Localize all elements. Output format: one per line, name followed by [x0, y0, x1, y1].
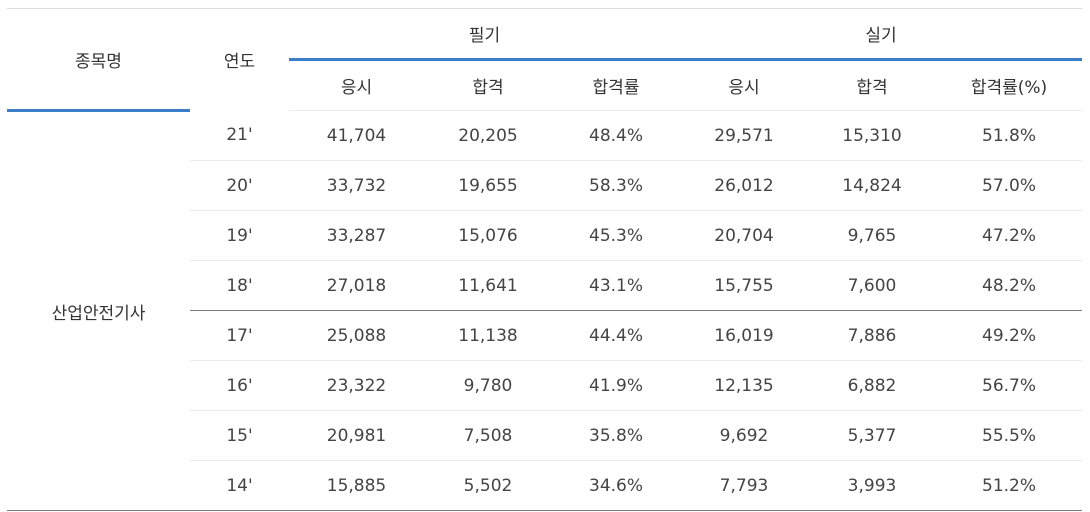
header-written-applicants: 응시: [289, 59, 424, 111]
header-name: 종목명: [7, 8, 190, 112]
value-cell: 7,886: [808, 310, 937, 361]
value-cell: 48.2%: [936, 260, 1083, 311]
value-cell: 58.3%: [552, 160, 681, 211]
value-cell: 35.8%: [552, 410, 681, 461]
value-cell: 7,508: [424, 410, 552, 461]
year-cell: 18': [190, 260, 289, 311]
value-cell: 41.9%: [552, 360, 681, 411]
value-cell: 43.1%: [552, 260, 681, 311]
table-body: 산업안전기사 21' 41,704 20,205 48.4% 29,571 15,310 51…: [7, 110, 1083, 511]
value-cell: 20,981: [289, 410, 424, 461]
value-cell: 9,692: [680, 410, 809, 461]
value-cell: 12,135: [680, 360, 809, 411]
header-written-rate: 합격률: [552, 59, 681, 111]
value-cell: 47.2%: [936, 210, 1083, 261]
year-cell: 19': [190, 210, 289, 261]
value-cell: 15,755: [680, 260, 809, 311]
year-cell: 14': [190, 460, 289, 511]
value-cell: 9,765: [808, 210, 937, 261]
value-cell: 7,600: [808, 260, 937, 311]
header-practical-applicants: 응시: [680, 59, 809, 111]
value-cell: 11,138: [424, 310, 552, 361]
header-year: 연도: [190, 8, 289, 111]
year-cell: 20': [190, 160, 289, 211]
value-cell: 5,502: [424, 460, 552, 511]
value-cell: 14,824: [808, 160, 937, 211]
value-cell: 7,793: [680, 460, 809, 511]
value-cell: 20,704: [680, 210, 809, 261]
header-written-passed: 합격: [424, 59, 552, 111]
year-cell: 21': [190, 110, 289, 161]
value-cell: 57.0%: [936, 160, 1083, 211]
value-cell: 49.2%: [936, 310, 1083, 361]
value-cell: 3,993: [808, 460, 937, 511]
value-cell: 56.7%: [936, 360, 1083, 411]
value-cell: 26,012: [680, 160, 809, 211]
header-practical: 실기: [680, 8, 1083, 61]
value-cell: 5,377: [808, 410, 937, 461]
value-cell: 29,571: [680, 110, 809, 161]
value-cell: 6,882: [808, 360, 937, 411]
year-cell: 16': [190, 360, 289, 411]
value-cell: 9,780: [424, 360, 552, 411]
year-cell: 15': [190, 410, 289, 461]
value-cell: 51.8%: [936, 110, 1083, 161]
value-cell: 51.2%: [936, 460, 1083, 511]
value-cell: 34.6%: [552, 460, 681, 511]
value-cell: 44.4%: [552, 310, 681, 361]
table-row: 산업안전기사 21' 41,704 20,205 48.4% 29,571 15,310 51…: [7, 110, 1083, 511]
value-cell: 15,076: [424, 210, 552, 261]
exam-stats-table-container: 종목명 연도 필기 실기 응시 합격 합격률 응시 합격 합격률(%) 산업안전…: [7, 8, 1083, 511]
value-cell: 19,655: [424, 160, 552, 211]
value-cell: 11,641: [424, 260, 552, 311]
value-cell: 16,019: [680, 310, 809, 361]
value-cell: 33,287: [289, 210, 424, 261]
value-cell: 45.3%: [552, 210, 681, 261]
exam-stats-table: 종목명 연도 필기 실기 응시 합격 합격률 응시 합격 합격률(%) 산업안전…: [7, 8, 1083, 511]
value-cell: 15,885: [289, 460, 424, 511]
value-cell: 33,732: [289, 160, 424, 211]
value-cell: 25,088: [289, 310, 424, 361]
header-written: 필기: [289, 8, 681, 61]
value-cell: 15,310: [808, 110, 937, 161]
header-practical-passed: 합격: [808, 59, 937, 111]
value-cell: 41,704: [289, 110, 424, 161]
value-cell: 48.4%: [552, 110, 681, 161]
value-cell: 20,205: [424, 110, 552, 161]
header-practical-rate: 합격률(%): [936, 59, 1083, 111]
year-cell: 17': [190, 310, 289, 361]
value-cell: 55.5%: [936, 410, 1083, 461]
table-header: 종목명 연도 필기 실기 응시 합격 합격률 응시 합격 합격률(%): [7, 8, 1083, 112]
value-cell: 23,322: [289, 360, 424, 411]
value-cell: 27,018: [289, 260, 424, 311]
category-name: 산업안전기사: [7, 110, 190, 511]
